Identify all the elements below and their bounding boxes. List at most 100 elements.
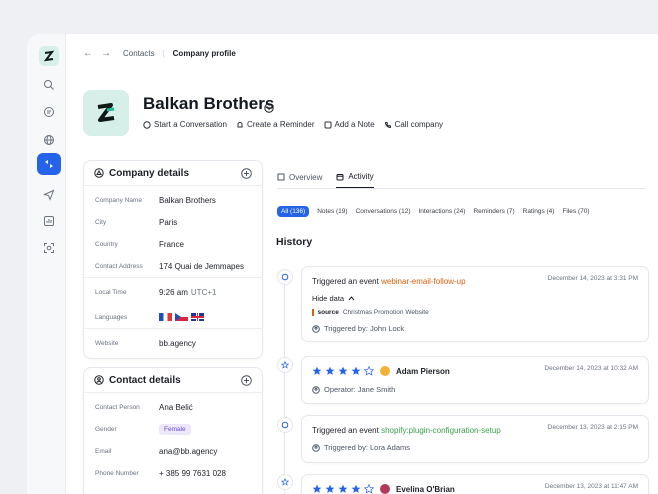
add-note-button[interactable]: Add a Note: [324, 120, 375, 129]
field-label: Company Name: [95, 196, 142, 204]
company-logo: [83, 90, 129, 136]
avatar: [380, 484, 390, 494]
filter-interactions[interactable]: Interactions (24): [419, 208, 466, 215]
contacts-icon[interactable]: [37, 153, 61, 175]
company-details-header: Company details: [84, 161, 262, 186]
website-row: Website bb.agency: [84, 328, 262, 357]
add-icon[interactable]: [241, 374, 252, 386]
company-details-card: Company details Company Name Balkan Broth…: [83, 160, 263, 359]
chat-icon: [143, 120, 151, 129]
star-filled-icon: [338, 484, 348, 493]
data-key: source: [317, 309, 339, 316]
filter-all[interactable]: All (136): [277, 206, 310, 217]
field-value[interactable]: Ana Belić: [159, 403, 193, 412]
event-title: Triggered an event webinar-email-follow-…: [312, 277, 466, 286]
event-date: December 13, 2023 at 11:47 AM: [544, 483, 638, 490]
field-label: Contact Address: [95, 262, 143, 270]
overview-icon: [277, 173, 285, 181]
filter-notes[interactable]: Notes (19): [317, 208, 347, 215]
send-icon[interactable]: [37, 184, 61, 206]
field-label: Website: [95, 339, 119, 347]
phone-row: Phone Number + 385 99 7631 028: [84, 462, 262, 484]
scan-icon[interactable]: [37, 237, 61, 259]
field-value[interactable]: Paris: [159, 218, 177, 227]
field-value[interactable]: Balkan Brothers: [159, 196, 216, 205]
triggered-by-label: Triggered by: Lora Adams: [324, 443, 411, 452]
create-reminder-button[interactable]: Create a Reminder: [236, 120, 315, 129]
forward-arrow-icon[interactable]: →: [101, 48, 111, 59]
field-value[interactable]: France: [159, 240, 184, 249]
info-icon[interactable]: [264, 100, 274, 118]
chat-icon[interactable]: [37, 101, 61, 123]
gender-row: Gender Female: [84, 418, 262, 440]
address-row: Contact Address 174 Quai de Jemmapes: [84, 255, 262, 277]
rated-person[interactable]: Evelina O'Brian: [396, 485, 455, 494]
avatar: [380, 366, 390, 376]
filter-ratings[interactable]: Ratings (4): [523, 208, 555, 215]
event-icon: [277, 417, 293, 433]
website-link[interactable]: bb.agency: [159, 339, 196, 348]
local-time-value: 9:26 am: [159, 287, 188, 297]
phone-value[interactable]: + 385 99 7631 028: [159, 469, 226, 478]
chevron-up-icon: [348, 296, 355, 301]
flag-gb-icon: [191, 313, 204, 321]
field-value[interactable]: 174 Quai de Jemmapes: [159, 262, 244, 271]
rating-card: Adam Pierson December 14, 2023 at 10:32 …: [301, 356, 649, 404]
filter-files[interactable]: Files (70): [562, 208, 589, 215]
star-rating: [312, 366, 374, 376]
event-date: December 14, 2023 at 10:32 AM: [544, 365, 638, 372]
tab-overview[interactable]: Overview: [277, 170, 322, 188]
app-logo-icon[interactable]: [39, 46, 59, 66]
tab-activity-label: Activity: [348, 172, 374, 181]
star-filled-icon: [325, 366, 335, 375]
start-conversation-button[interactable]: Start a Conversation: [143, 120, 227, 129]
rating-card: Evelina O'Brian December 13, 2023 at 11:…: [301, 474, 649, 494]
reports-icon[interactable]: [37, 210, 61, 232]
event-date: December 13, 2023 at 2:15 PM: [547, 424, 638, 431]
event-prefix: Triggered an event: [312, 426, 379, 435]
data-value: Christmas Promotion Website: [342, 309, 429, 316]
languages-row: Languages: [84, 306, 262, 328]
filter-reminders[interactable]: Reminders (7): [473, 208, 514, 215]
contact-details-header: Contact details: [84, 368, 262, 393]
tab-activity[interactable]: Activity: [336, 170, 374, 188]
globe-icon[interactable]: [37, 129, 61, 151]
city-row: City Paris: [84, 211, 262, 233]
country-row: Country France: [84, 233, 262, 255]
field-label: City: [95, 218, 107, 226]
field-label: Local Time: [95, 288, 127, 296]
data-marker: [312, 309, 314, 316]
rated-person[interactable]: Adam Pierson: [396, 367, 450, 376]
event-icon: [277, 269, 293, 285]
operator-line: Operator: Jane Smith: [312, 385, 395, 394]
add-icon[interactable]: [241, 167, 252, 179]
event-card: Triggered an event shopify:plugin-config…: [301, 415, 649, 463]
star-filled-icon: [351, 484, 361, 493]
rating-event-icon: [277, 474, 293, 490]
hide-data-toggle[interactable]: Hide data: [312, 294, 355, 303]
back-arrow-icon[interactable]: ←: [83, 48, 93, 59]
start-conversation-label: Start a Conversation: [154, 120, 227, 129]
filter-conversations[interactable]: Conversations (12): [356, 208, 411, 215]
star-empty-icon: [364, 484, 374, 494]
event-name[interactable]: webinar-email-follow-up: [381, 277, 465, 286]
rating-event-icon: [277, 357, 293, 373]
event-date: December 14, 2023 at 3:31 PM: [547, 275, 638, 282]
search-icon[interactable]: [37, 74, 61, 96]
event-data-row: source Christmas Promotion Website: [312, 309, 429, 316]
email-value[interactable]: ana@bb.agency: [159, 447, 217, 456]
add-note-label: Add a Note: [334, 120, 375, 129]
email-row: Email ana@bb.agency: [84, 440, 262, 462]
breadcrumb-contacts[interactable]: Contacts: [123, 49, 155, 58]
event-name[interactable]: shopify:plugin-configuration-setup: [381, 426, 501, 435]
gender-tag[interactable]: Female: [159, 423, 191, 435]
star-filled-icon: [312, 366, 322, 375]
company-icon: [94, 168, 104, 178]
tab-overview-label: Overview: [289, 172, 323, 182]
contact-person-row: Contact Person Ana Belić: [84, 396, 262, 418]
call-company-button[interactable]: Call company: [384, 120, 443, 129]
history-title: History: [276, 236, 313, 248]
flag-fr-icon: [159, 313, 172, 321]
contact-details-card: Contact details Contact Person Ana Belić …: [83, 367, 263, 494]
breadcrumb-current: Company profile: [172, 48, 236, 58]
